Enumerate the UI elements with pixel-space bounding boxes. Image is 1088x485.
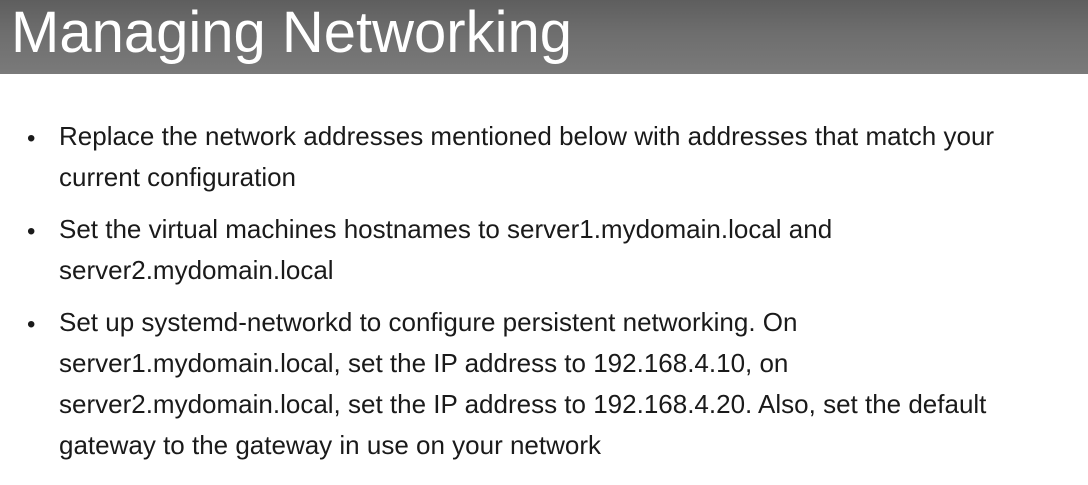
slide-title-bar: Managing Networking (0, 0, 1088, 74)
slide-title: Managing Networking (11, 0, 572, 65)
bullet-icon: • (27, 311, 36, 338)
bullet-item: • Set the virtual machines hostnames to … (0, 209, 1088, 291)
bullet-item: • Set up systemd-networkd to configure p… (0, 302, 1088, 466)
bullet-item: • Replace the network addresses mentione… (0, 116, 1088, 198)
bullet-text: Replace the network addresses mentioned … (59, 121, 995, 192)
bullet-icon: • (27, 218, 36, 245)
bullet-list: • Replace the network addresses mentione… (0, 116, 1088, 477)
bullet-icon: • (27, 125, 36, 152)
bullet-text: Set up systemd-networkd to configure per… (59, 307, 987, 460)
bullet-text: Set the virtual machines hostnames to se… (59, 214, 833, 285)
